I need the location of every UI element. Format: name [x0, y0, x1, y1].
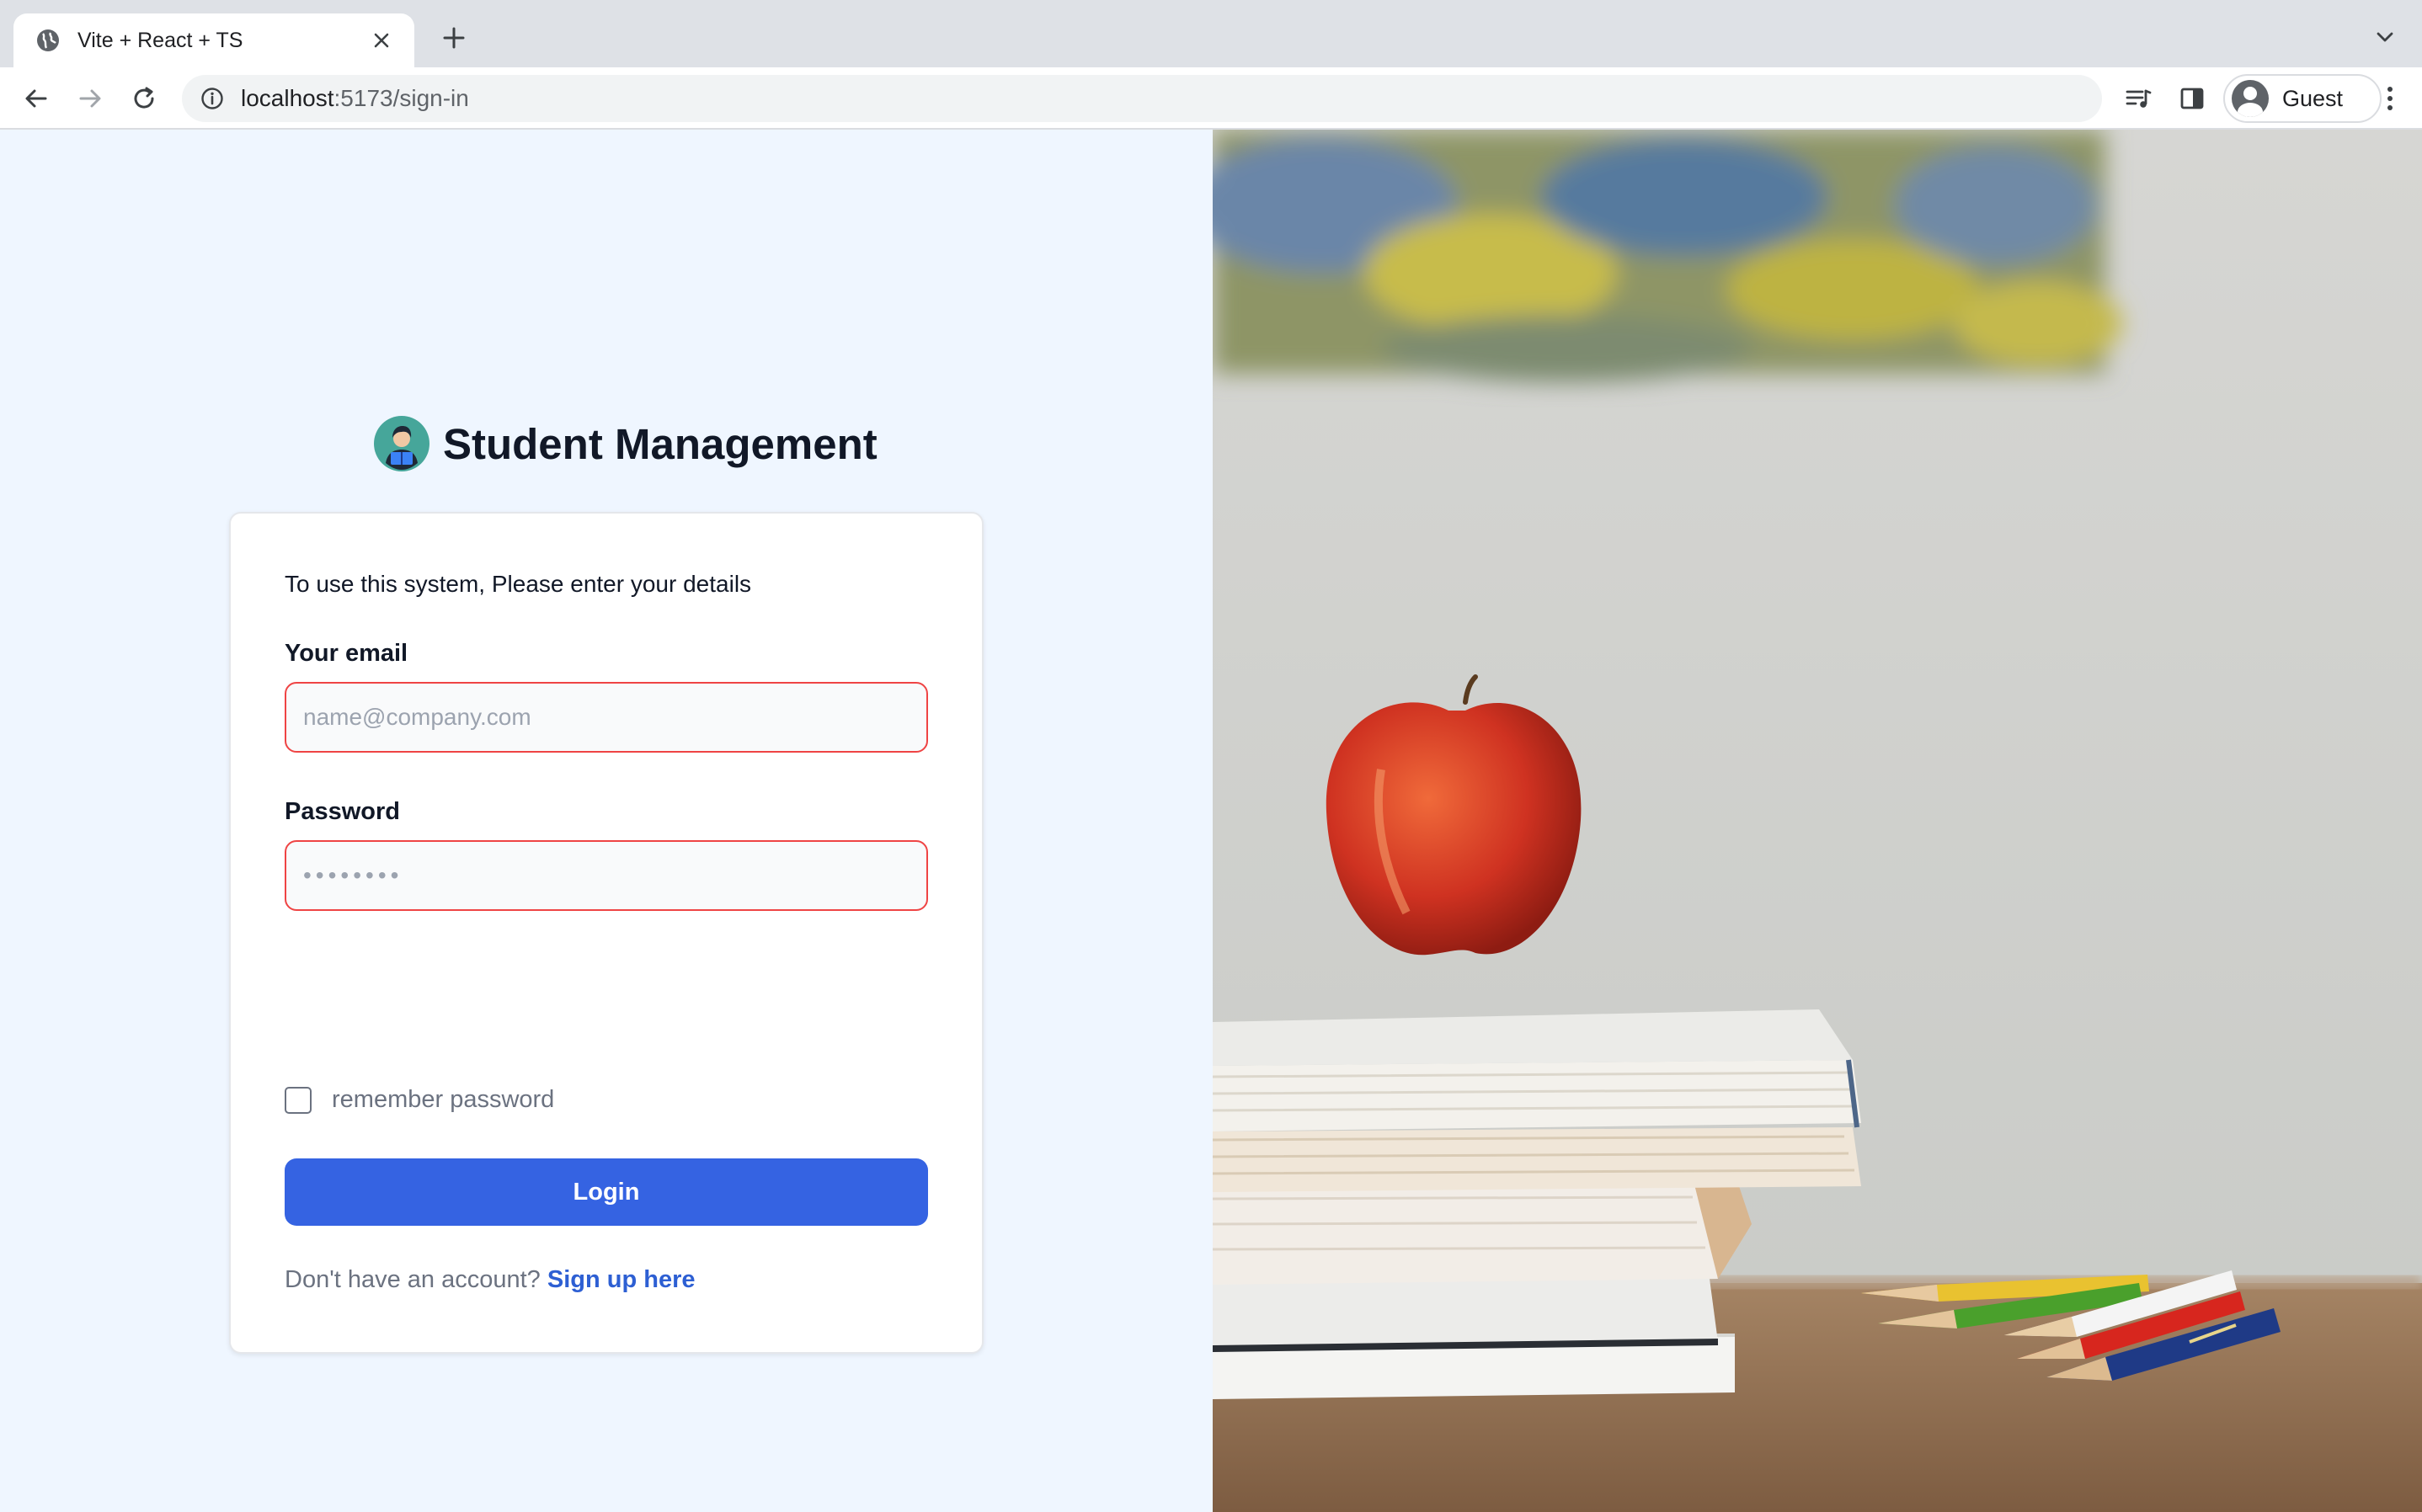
browser-toolbar: localhost:5173/sign-in Guest — [0, 67, 2422, 130]
login-button[interactable]: Login — [285, 1158, 928, 1226]
sign-in-panel: Student Management To use this system, P… — [0, 130, 1213, 1512]
email-field[interactable] — [285, 682, 928, 753]
url-path: :5173/sign-in — [333, 85, 469, 111]
student-reading-logo — [374, 416, 429, 471]
back-arrow-icon[interactable] — [19, 81, 54, 116]
kebab-menu-icon[interactable] — [2373, 81, 2407, 116]
brand-header: Student Management — [374, 416, 878, 471]
password-label: Password — [285, 798, 400, 825]
chevron-down-icon[interactable] — [2370, 22, 2400, 52]
password-field[interactable] — [285, 840, 928, 911]
info-icon[interactable] — [199, 85, 226, 112]
login-card: To use this system, Please enter your de… — [229, 512, 984, 1354]
close-icon[interactable] — [367, 26, 396, 55]
signup-prompt-text: Don't have an account? — [285, 1266, 541, 1293]
email-label: Your email — [285, 640, 408, 667]
remember-password-label: remember password — [332, 1086, 555, 1113]
profile-button[interactable]: Guest — [2223, 74, 2382, 123]
avatar-icon — [2232, 80, 2269, 117]
url-text: localhost:5173/sign-in — [241, 85, 469, 112]
page-title: Student Management — [443, 419, 878, 468]
plus-icon[interactable] — [436, 20, 472, 56]
globe-icon — [37, 29, 59, 51]
page-viewport: Student Management To use this system, P… — [0, 130, 2422, 1512]
hero-image — [1213, 130, 2422, 1512]
apple-books-photo — [1213, 130, 2422, 1512]
tab-title: Vite + React + TS — [77, 28, 243, 52]
browser-tabstrip: Vite + React + TS — [0, 0, 2422, 67]
url-host: localhost — [241, 85, 334, 111]
remember-password-row[interactable]: remember password — [285, 1086, 554, 1114]
profile-name: Guest — [2282, 85, 2344, 111]
remember-password-checkbox[interactable] — [285, 1086, 312, 1114]
browser-tab[interactable]: Vite + React + TS — [13, 13, 414, 67]
intro-text: To use this system, Please enter your de… — [285, 571, 752, 597]
side-panel-icon[interactable] — [2174, 81, 2210, 116]
media-controls-icon[interactable] — [2121, 81, 2156, 116]
forward-arrow-icon[interactable] — [72, 81, 108, 116]
address-bar[interactable]: localhost:5173/sign-in — [182, 75, 2102, 122]
signup-link[interactable]: Sign up here — [547, 1266, 696, 1293]
signup-prompt: Don't have an account? Sign up here — [285, 1266, 696, 1294]
reload-icon[interactable] — [126, 81, 162, 116]
